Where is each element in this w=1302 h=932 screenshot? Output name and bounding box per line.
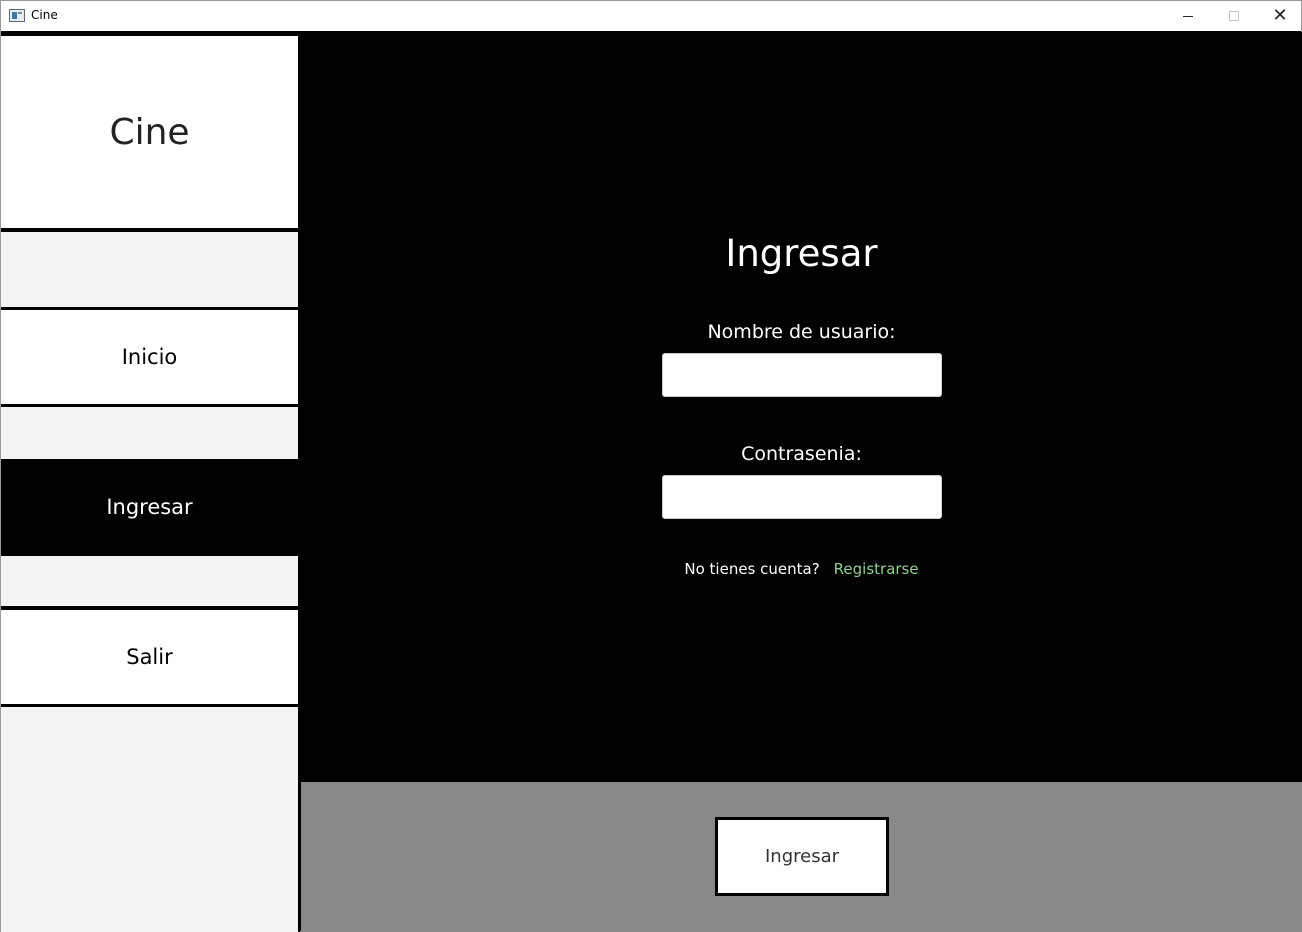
sidebar-spacer — [1, 407, 298, 459]
footer-bar: Ingresar — [301, 782, 1302, 932]
sidebar-item-inicio[interactable]: Inicio — [1, 310, 298, 404]
sidebar: Cine Inicio Ingresar Salir — [1, 32, 300, 932]
brand-title: Cine — [109, 111, 190, 153]
register-link[interactable]: Registrarse — [834, 560, 919, 578]
sidebar-spacer — [1, 556, 298, 606]
sidebar-item-label: Salir — [126, 645, 173, 669]
title-bar: Cine ✕ — [1, 1, 1301, 31]
close-button[interactable]: ✕ — [1257, 1, 1302, 31]
app-window-icon — [9, 9, 25, 22]
password-label: Contrasenia: — [741, 443, 862, 465]
app-window: Cine ✕ Cine Inicio Ingresar Salir Ingres… — [0, 0, 1302, 932]
sidebar-item-salir[interactable]: Salir — [1, 610, 298, 704]
maximize-button[interactable] — [1211, 1, 1257, 31]
maximize-icon — [1229, 11, 1239, 21]
page-title: Ingresar — [725, 232, 878, 275]
password-field[interactable] — [662, 475, 942, 519]
signup-prompt: No tienes cuenta? Registrarse — [301, 560, 1302, 578]
login-submit-button[interactable]: Ingresar — [715, 817, 889, 896]
sidebar-spacer — [1, 707, 298, 932]
sidebar-brand: Cine — [1, 36, 298, 228]
sidebar-spacer — [1, 232, 298, 307]
close-icon: ✕ — [1272, 5, 1288, 26]
login-panel: Ingresar Nombre de usuario: Contrasenia:… — [301, 32, 1302, 782]
sidebar-item-label: Ingresar — [106, 494, 193, 519]
no-account-text: No tienes cuenta? — [684, 560, 820, 578]
minimize-button[interactable] — [1165, 1, 1211, 31]
username-field[interactable] — [662, 353, 942, 397]
sidebar-item-label: Inicio — [121, 345, 178, 369]
minimize-icon — [1183, 15, 1193, 17]
sidebar-item-ingresar[interactable]: Ingresar — [1, 460, 298, 553]
username-label: Nombre de usuario: — [707, 321, 896, 343]
window-title: Cine — [31, 8, 58, 22]
